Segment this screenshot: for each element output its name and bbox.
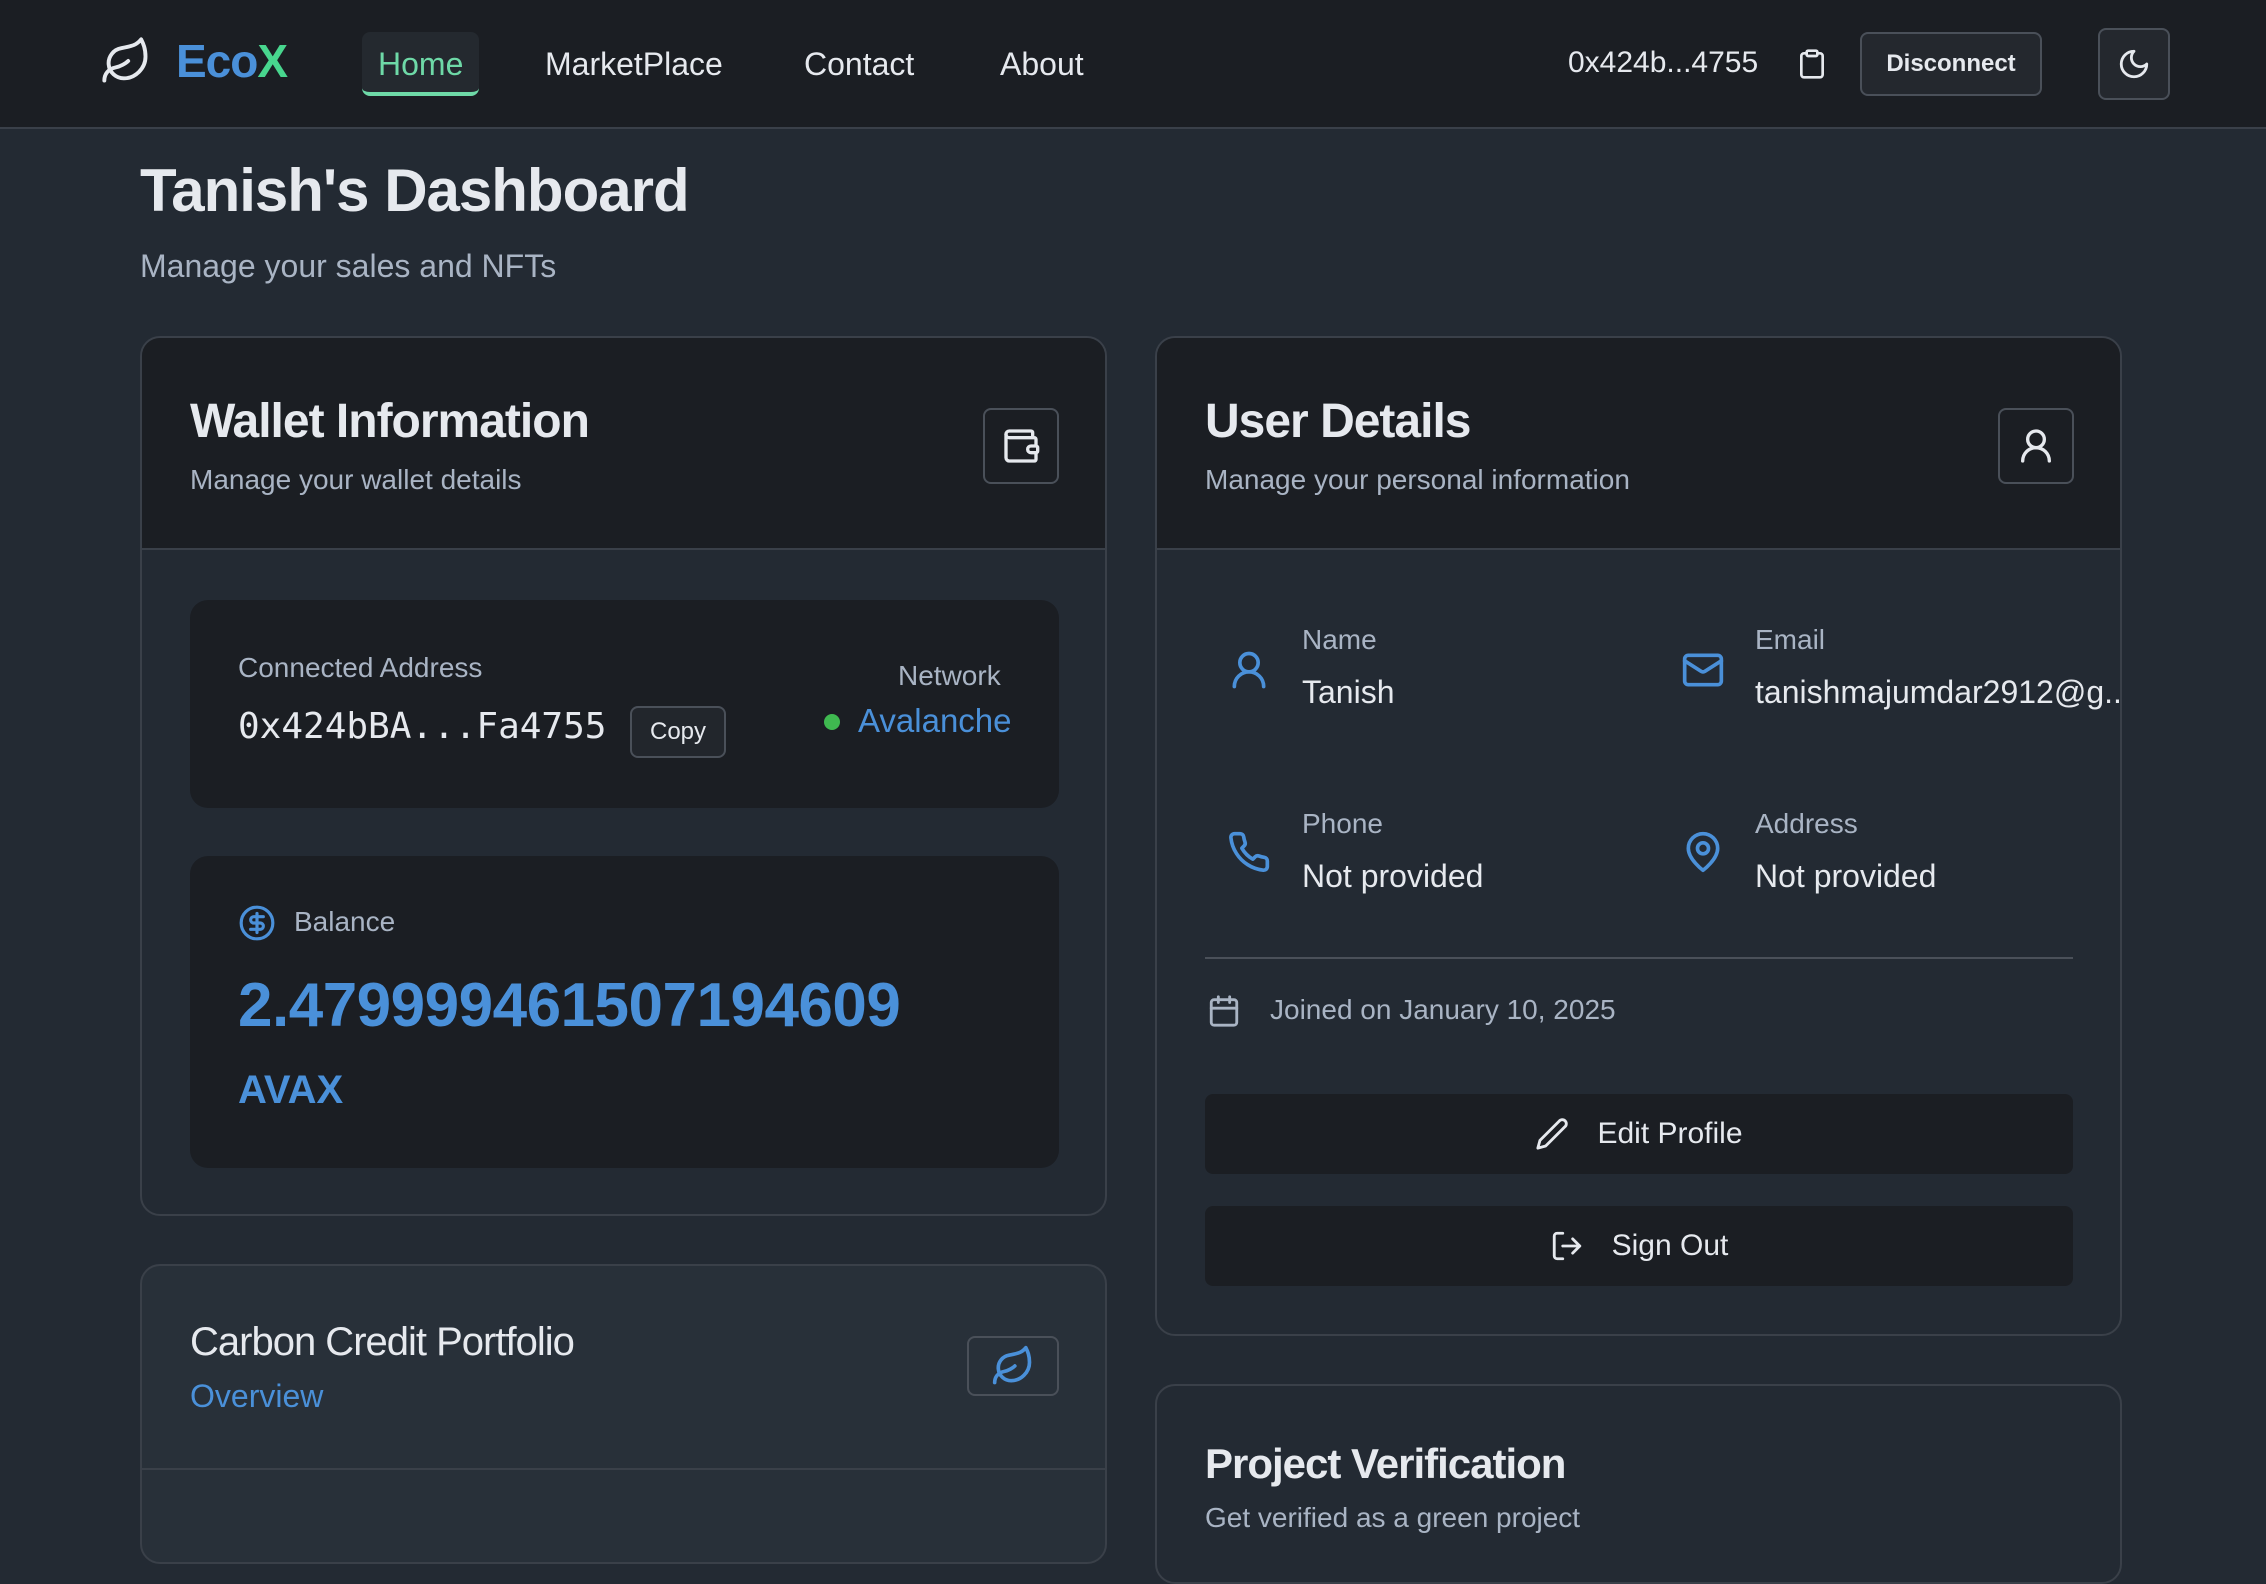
network-status-dot xyxy=(824,714,840,730)
verification-card-subtitle: Get verified as a green project xyxy=(1205,1502,1581,1533)
balance-panel: Balance 2.479999461507194609 AVAX xyxy=(190,856,1059,1168)
phone-label: Phone xyxy=(1302,808,1383,839)
verification-card-title: Project Verification xyxy=(1205,1440,1566,1487)
map-pin-icon xyxy=(1686,831,1720,873)
sign-out-icon xyxy=(1552,1231,1581,1261)
user-card-subtitle: Manage your personal information xyxy=(1205,464,1630,495)
carbon-card-icon-button[interactable] xyxy=(967,1336,1059,1396)
carbon-card-divider xyxy=(142,1468,1105,1470)
user-card-header: User Details Manage your personal inform… xyxy=(1157,338,2120,550)
user-card: User Details Manage your personal inform… xyxy=(1155,336,2122,1336)
sign-out-button[interactable]: Sign Out xyxy=(1205,1206,2073,1286)
pencil-icon xyxy=(1536,1118,1569,1150)
carbon-card-subtitle: Overview xyxy=(190,1378,324,1414)
carbon-card-title: Carbon Credit Portfolio xyxy=(190,1320,575,1364)
navbar: EcoX Home MarketPlace Contact About 0x42… xyxy=(0,0,2266,129)
name-value: Tanish xyxy=(1302,674,1395,710)
email-label: Email xyxy=(1755,624,1826,655)
wallet-card-title: Wallet Information xyxy=(190,395,590,448)
brand-name: EcoX xyxy=(176,35,288,87)
nav-home[interactable]: Home xyxy=(362,32,480,96)
copy-address-button[interactable]: Copy xyxy=(630,706,726,758)
balance-value: 2.479999461507194609 xyxy=(238,971,901,1040)
page-subtitle: Manage your sales and NFTs xyxy=(140,248,557,284)
address-value: Not provided xyxy=(1755,858,1937,894)
phone-value: Not provided xyxy=(1302,858,1484,894)
balance-label: Balance xyxy=(294,906,396,937)
moon-icon xyxy=(2119,49,2149,79)
user-icon xyxy=(1232,651,1266,689)
wallet-card-header: Wallet Information Manage your wallet de… xyxy=(142,338,1105,550)
dollar-circle-icon xyxy=(239,905,275,941)
wallet-card-icon-button[interactable] xyxy=(983,408,1059,484)
mail-icon xyxy=(1682,653,1724,687)
network-value: Avalanche xyxy=(858,702,1012,739)
verification-card: Project Verification Get verified as a g… xyxy=(1155,1384,2122,1584)
address-label: Address xyxy=(1755,808,1858,839)
user-icon xyxy=(2021,429,2051,463)
clipboard-icon[interactable] xyxy=(1796,46,1828,82)
user-card-title: User Details xyxy=(1205,395,1471,448)
calendar-icon xyxy=(1209,995,1239,1027)
wallet-card-subtitle: Manage your wallet details xyxy=(190,464,522,495)
email-value: tanishmajumdar2912@g... xyxy=(1755,674,2122,710)
edit-profile-button[interactable]: Edit Profile xyxy=(1205,1094,2073,1174)
address-panel: Connected Address 0x424bBA...Fa4755 Copy… xyxy=(190,600,1059,808)
user-card-icon-button[interactable] xyxy=(1998,408,2074,484)
leaf-icon xyxy=(102,37,148,83)
joined-date: Joined on January 10, 2025 xyxy=(1270,994,1616,1025)
page-title: Tanish's Dashboard xyxy=(140,157,690,224)
brand-logo[interactable]: EcoX xyxy=(100,34,288,88)
divider xyxy=(1205,957,2073,959)
carbon-card: Carbon Credit Portfolio Overview xyxy=(140,1264,1107,1564)
wallet-card: Wallet Information Manage your wallet de… xyxy=(140,336,1107,1216)
disconnect-button[interactable]: Disconnect xyxy=(1860,32,2042,96)
wallet-address-short: 0x424b...4755 xyxy=(1568,46,1759,79)
balance-unit: AVAX xyxy=(238,1068,344,1112)
nav-marketplace[interactable]: MarketPlace xyxy=(529,32,739,96)
nav-contact[interactable]: Contact xyxy=(788,32,930,96)
wallet-icon xyxy=(1004,429,1040,463)
edit-profile-label: Edit Profile xyxy=(1597,1117,1743,1150)
name-label: Name xyxy=(1302,624,1377,655)
theme-toggle-button[interactable] xyxy=(2098,28,2170,100)
nav-about[interactable]: About xyxy=(984,32,1100,96)
leaf-icon xyxy=(992,1345,1032,1385)
sign-out-label: Sign Out xyxy=(1611,1229,1729,1262)
network-label: Network xyxy=(898,660,1001,691)
phone-icon xyxy=(1229,831,1270,873)
address-label: Connected Address xyxy=(238,652,483,683)
wallet-address: 0x424bBA...Fa4755 xyxy=(238,706,607,747)
